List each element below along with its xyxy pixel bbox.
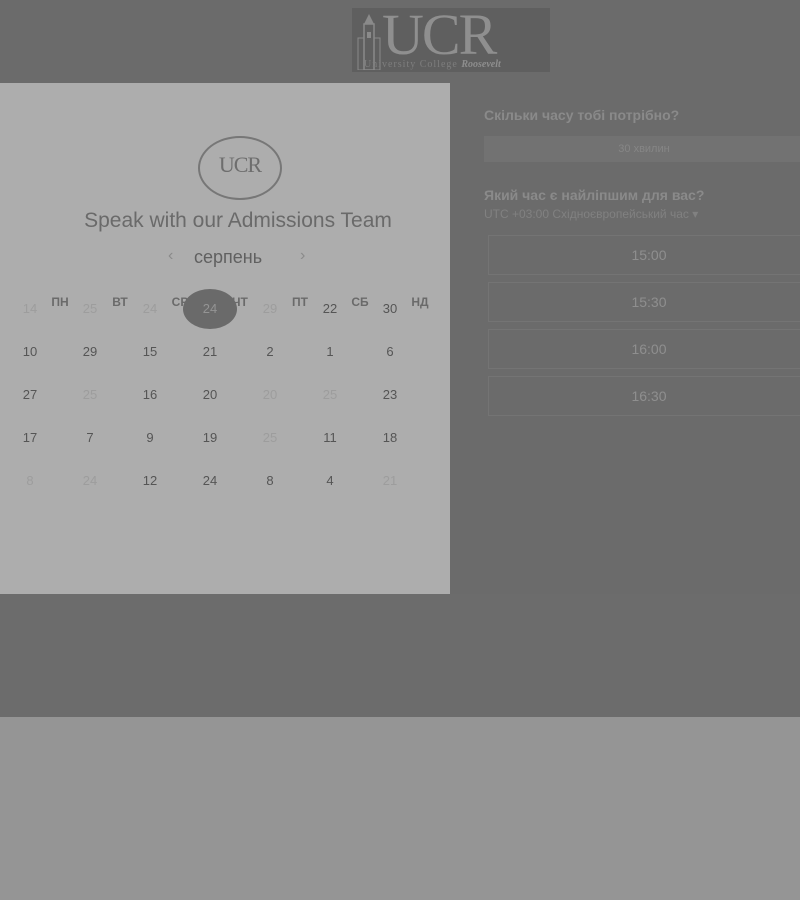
footer-band (0, 594, 800, 717)
calendar-day[interactable]: 30 (360, 295, 420, 335)
calendar-day: 24 (82, 473, 98, 488)
time-slot-button[interactable]: 15:30 (488, 282, 800, 322)
calendar-day[interactable]: 9 (120, 424, 180, 464)
logo-subtitle-text: University College (364, 59, 458, 70)
chevron-left-icon[interactable]: ‹ (168, 247, 173, 265)
calendar-day[interactable]: 2 (240, 338, 300, 378)
calendar-day[interactable]: 6 (360, 338, 420, 378)
calendar-day: 25 (322, 387, 338, 402)
calendar-day[interactable]: 4 (300, 467, 360, 507)
time-slot-button[interactable]: 16:30 (488, 376, 800, 416)
page-background (0, 717, 800, 900)
calendar-panel: UCR Speak with our Admissions Team ‹ сер… (0, 83, 450, 594)
calendar-day: 25 (82, 387, 98, 402)
calendar-day[interactable]: 10 (0, 338, 60, 378)
logo-letters: UCR (382, 2, 497, 67)
calendar-day[interactable]: 1 (300, 338, 360, 378)
month-label: серпень (194, 247, 263, 267)
calendar-day[interactable]: 29 (60, 338, 120, 378)
calendar-day[interactable]: 16 (120, 381, 180, 421)
calendar-day[interactable]: 8 (240, 467, 300, 507)
calendar-day: 21 (382, 473, 398, 488)
calendar-day[interactable]: 24 (180, 467, 240, 507)
calendar-day[interactable]: 27 (0, 381, 60, 421)
calendar-day[interactable]: 23 (360, 381, 420, 421)
duration-button[interactable]: 30 хвилин (484, 136, 800, 162)
time-slot-button[interactable]: 16:00 (488, 329, 800, 369)
time-slot-button[interactable]: 15:00 (488, 235, 800, 275)
page-title: Speak with our Admissions Team (84, 209, 392, 232)
header: UCR University College Roosevelt (0, 0, 800, 83)
calendar-day[interactable]: 22 (300, 295, 360, 335)
calendar-grid: 14 25 24 24 29 22 30 10 29 15 21 2 1 6 27 25 16 20 20 25 23 1… (23, 289, 450, 573)
calendar-day[interactable]: 21 (180, 338, 240, 378)
calendar-day: 14 (22, 301, 38, 316)
logo-subtitle: University College Roosevelt (364, 59, 501, 70)
time-question: Який час є найліпшим для вас? (484, 187, 705, 203)
ucr-logo[interactable]: UCR University College Roosevelt (352, 2, 550, 72)
timezone-label: UTC +03:00 Східноєвропейський час (484, 207, 689, 221)
calendar-day-label: 24 (183, 289, 237, 329)
calendar-day[interactable]: 19 (180, 424, 240, 464)
calendar-day: 25 (262, 430, 278, 445)
logo-script-text: Roosevelt (461, 59, 501, 70)
calendar-day: 8 (26, 473, 34, 488)
circle-logo-text: UCR (218, 152, 262, 177)
calendar-day[interactable]: 11 (300, 424, 360, 464)
duration-question: Скільки часу тобі потрібно? (484, 107, 680, 123)
caret-down-icon: ▾ (692, 207, 699, 221)
calendar-day-selected[interactable]: 24 (180, 289, 240, 335)
calendar-day: 29 (262, 301, 278, 316)
calendar-day[interactable]: 12 (120, 467, 180, 507)
calendar-day: 20 (262, 387, 278, 402)
calendar-day[interactable]: 20 (180, 381, 240, 421)
timezone-select[interactable]: UTC +03:00 Східноєвропейський час ▾ (484, 207, 698, 221)
time-panel: Скільки часу тобі потрібно? 30 хвилин Як… (450, 83, 800, 594)
calendar-day: 24 (142, 301, 158, 316)
calendar-day[interactable]: 7 (60, 424, 120, 464)
calendar-day: 25 (82, 301, 98, 316)
calendar-day[interactable]: 15 (120, 338, 180, 378)
circle-logo: UCR (198, 136, 282, 200)
calendar-day[interactable]: 17 (0, 424, 60, 464)
calendar-day[interactable]: 18 (360, 424, 420, 464)
month-nav: ‹ серпень › (160, 245, 320, 269)
chevron-right-icon[interactable]: › (300, 247, 305, 265)
